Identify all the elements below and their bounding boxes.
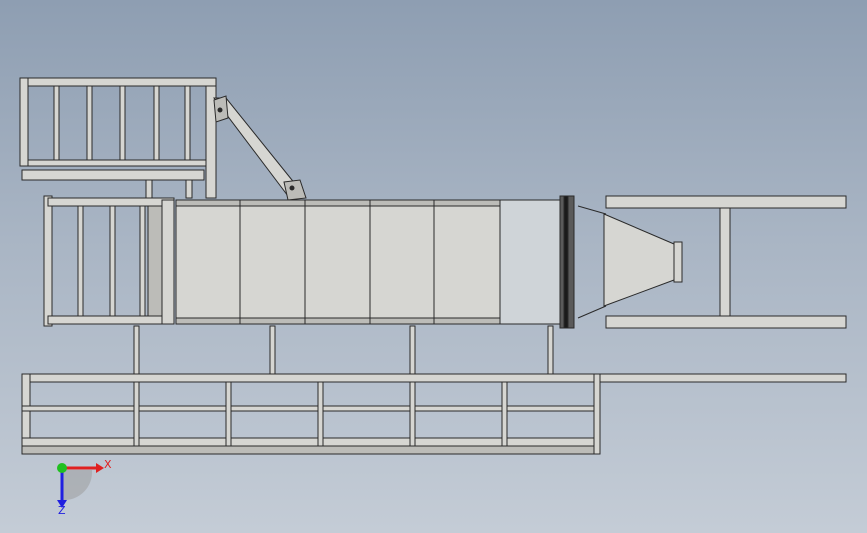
x-axis-arrowhead bbox=[96, 463, 104, 473]
z-axis-label: Z bbox=[58, 504, 66, 517]
x-axis-label: X bbox=[104, 458, 112, 471]
triad-plane bbox=[62, 470, 93, 501]
coordinate-triad: X Z bbox=[57, 458, 112, 517]
y-axis-dot bbox=[57, 463, 67, 473]
cad-viewport[interactable]: X Z bbox=[0, 0, 867, 533]
